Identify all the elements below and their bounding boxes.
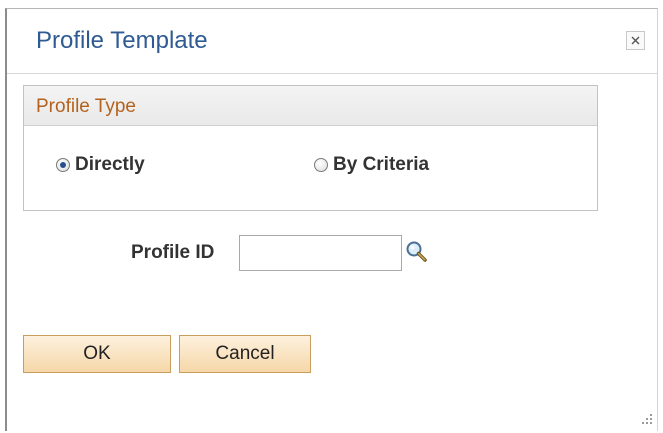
- dialog-title-bar: Profile Template: [7, 9, 657, 74]
- radio-directly[interactable]: Directly: [56, 154, 145, 176]
- resize-grip-icon[interactable]: [640, 412, 654, 426]
- ok-button[interactable]: OK: [23, 335, 171, 373]
- profile-template-dialog: Profile Template Profile Type Directly B…: [5, 8, 658, 431]
- radio-directly-label: Directly: [75, 154, 145, 175]
- dialog-title: Profile Template: [36, 27, 208, 54]
- profile-id-label: Profile ID: [131, 242, 215, 263]
- radio-directly-button[interactable]: [56, 158, 70, 172]
- profile-type-options: Directly By Criteria: [24, 154, 597, 190]
- cancel-button[interactable]: Cancel: [179, 335, 311, 373]
- magnifier-lookup-icon[interactable]: [405, 240, 429, 264]
- profile-type-group: Profile Type Directly By Criteria: [23, 85, 598, 211]
- radio-by-criteria-button[interactable]: [314, 158, 328, 172]
- profile-type-title: Profile Type: [36, 96, 136, 117]
- radio-by-criteria[interactable]: By Criteria: [314, 154, 429, 176]
- profile-type-header: Profile Type: [24, 86, 597, 126]
- profile-id-input[interactable]: [239, 235, 402, 271]
- close-icon: [631, 36, 640, 45]
- radio-by-criteria-label: By Criteria: [333, 154, 430, 175]
- close-button[interactable]: [626, 31, 645, 50]
